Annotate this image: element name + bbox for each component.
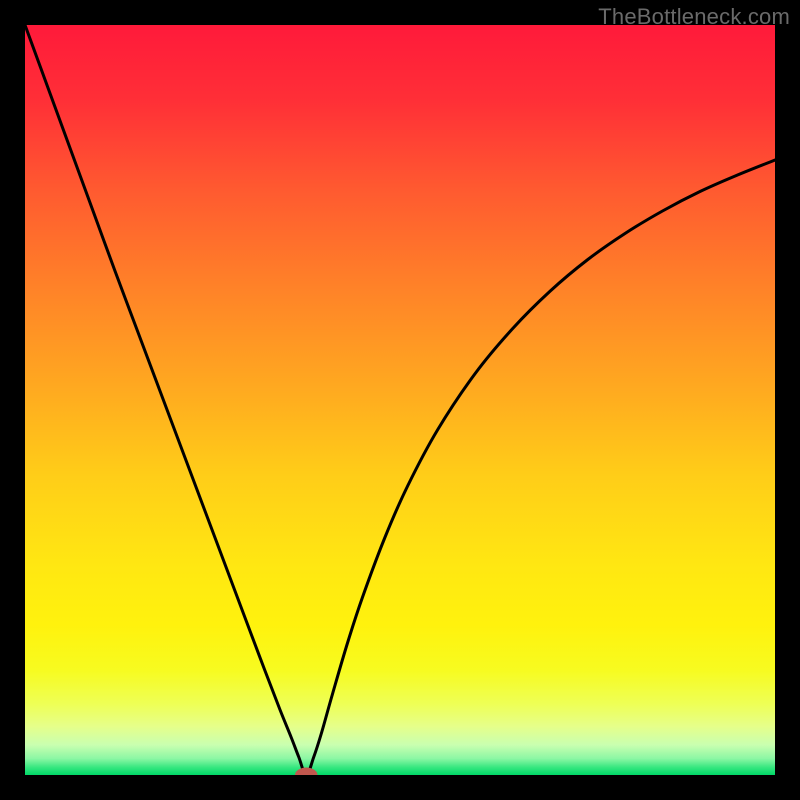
bottleneck-plot: [25, 25, 775, 775]
gradient-background: [25, 25, 775, 775]
plot-area: [25, 25, 775, 775]
watermark-text: TheBottleneck.com: [598, 4, 790, 30]
chart-frame: TheBottleneck.com: [0, 0, 800, 800]
